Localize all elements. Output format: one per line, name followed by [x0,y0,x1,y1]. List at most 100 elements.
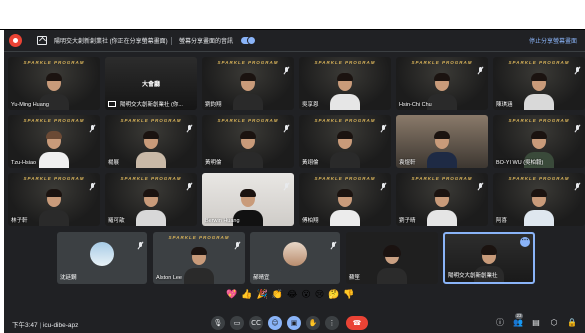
reaction-thinking[interactable]: 🤔 [328,290,339,300]
mic-off-icon [137,237,143,255]
reactions-icon[interactable]: ☺ [268,316,282,330]
participant-name: 沈廷鋼 [60,275,77,281]
info-icon[interactable]: ⓘ [494,317,506,329]
mic-off-icon [186,120,193,130]
participant-tile[interactable]: 沈廷鋼 [57,232,147,284]
participant-name: Hsin-Chi Chu [399,102,432,108]
participant-tile[interactable]: SPARKLE PROGRAM 劉鈞翔 [202,57,294,110]
participant-name: 吳享恩 [302,102,319,108]
reaction-clap[interactable]: 👏 [272,290,283,300]
mic-off-icon [477,178,484,188]
people-icon[interactable]: 23 👥 [512,313,524,329]
participant-name: Alston Lee [156,275,182,281]
participant-name: 陳琪涵 [496,102,513,108]
participant-name: 黃翊倫 [302,160,319,166]
mic-off-icon [186,178,193,188]
participant-grid: SPARKLE PROGRAM Yu-Ming Huang 大會廳 陽明交大創新… [8,57,585,227]
participant-tile[interactable]: 蘇笙 [346,232,438,284]
participant-video [136,188,166,226]
participant-tile[interactable]: SPARKLE PROGRAM Yu-Ming Huang [8,57,100,110]
participant-video [377,244,407,284]
mic-off-icon [283,120,290,130]
participant-name: 楊展 [108,160,120,166]
participant-tile[interactable]: SPARKLE PROGRAM 羅可歆 [105,173,197,226]
participant-tile[interactable]: 郝晴宜 [250,232,340,284]
reaction-laugh[interactable]: 😂 [287,290,298,300]
participant-tile[interactable]: SPARKLE PROGRAM BO-YI WU (吳柏毅) [493,115,585,168]
participant-video [136,130,166,168]
reaction-heart[interactable]: 💖 [226,290,237,300]
present-now-icon[interactable]: ▣ [287,316,301,330]
brand-text: SPARKLE PROGRAM [314,118,376,123]
reaction-thumbs-up[interactable]: 👍 [241,290,252,300]
participant-video [184,246,214,284]
participant-tile[interactable]: SPARKLE PROGRAM 吳享恩 [299,57,391,110]
brand-text: SPARKLE PROGRAM [411,60,473,65]
participant-name: 陽明交大創新創業社 (你... [120,102,183,108]
participant-name: Tzu-Hsiao [11,160,37,166]
participant-tile[interactable]: SPARKLE PROGRAM 楊展 [105,115,197,168]
participant-tile[interactable]: Berwin Huang [202,173,294,226]
meet-window: 陽明交大創新創業社 (你正在分享螢幕畫面) 螢幕分享畫面的音訊 停止分享螢幕畫面… [4,30,585,333]
participant-tile-self[interactable]: ⋯ 陽明交大創新創業社 [443,232,535,284]
stop-sharing-button[interactable]: 停止分享螢幕畫面 [529,36,577,45]
captions-icon[interactable]: CC [249,316,263,330]
brand-text: SPARKLE PROGRAM [120,118,182,123]
participant-tile[interactable]: SPARKLE PROGRAM Alston Lee [153,232,245,284]
participant-name: 劉子晴 [399,218,416,224]
meeting-code: icu-dibe-apz [42,322,79,329]
mic-icon[interactable]: 🎙 [211,316,225,330]
participant-tile[interactable]: SPARKLE PROGRAM 傅柏翔 [299,173,391,226]
share-audio-toggle[interactable] [241,36,256,45]
participant-tile[interactable]: SPARKLE PROGRAM 阿喜 [493,173,585,226]
participant-video [427,130,457,168]
brand-text: SPARKLE PROGRAM [23,60,85,65]
activities-icon[interactable]: ⬡ [548,317,560,329]
mic-off-icon [574,120,581,130]
participant-video [427,188,457,226]
more-options-icon[interactable]: ⋯ [520,237,530,247]
participant-tile-self[interactable]: 大會廳 陽明交大創新創業社 (你... [105,57,197,110]
participant-tile[interactable]: 袁煜軒 [396,115,488,168]
participant-name: Berwin Huang [205,218,240,224]
browser-chrome-area [0,0,585,30]
participant-name: 羅可歆 [108,218,125,224]
avatar [283,242,307,266]
record-icon[interactable] [9,34,22,47]
host-controls-icon[interactable]: 🔒 [566,317,578,329]
raise-hand-icon[interactable]: ✋ [306,316,320,330]
participant-tile[interactable]: SPARKLE PROGRAM 陳琪涵 [493,57,585,110]
participant-tile[interactable]: SPARKLE PROGRAM 黃明倫 [202,115,294,168]
mic-off-icon [234,237,241,247]
reaction-party[interactable]: 🎉 [256,290,267,300]
participant-video [524,72,554,110]
mic-off-icon [283,62,290,72]
participant-tile[interactable]: SPARKLE PROGRAM 林子軒 [8,173,100,226]
mic-off-icon [574,178,581,188]
brand-text: SPARKLE PROGRAM [217,118,279,123]
camera-icon[interactable]: ▭ [230,316,244,330]
chat-icon[interactable]: ▤ [530,317,542,329]
participant-video [39,130,69,168]
participant-name: 蘇笙 [349,275,361,281]
present-screen-icon [37,36,47,45]
brand-text: SPARKLE PROGRAM [168,235,230,240]
hall-title: 大會廳 [141,82,160,88]
brand-text: SPARKLE PROGRAM [314,60,376,65]
reaction-thumbs-down[interactable]: 👎 [343,290,354,300]
mic-off-icon [89,178,96,188]
brand-text: SPARKLE PROGRAM [217,60,279,65]
reaction-surprised[interactable]: 😮 [301,290,310,300]
participant-tile[interactable]: SPARKLE PROGRAM 黃翊倫 [299,115,391,168]
reaction-sad[interactable]: 😢 [315,290,324,300]
mic-off-icon [89,120,96,130]
participant-name: BO-YI WU (吳柏毅) [496,160,544,166]
leave-call-button[interactable]: ☎ [346,316,368,330]
participant-tile[interactable]: SPARKLE PROGRAM 劉子晴 [396,173,488,226]
presenting-icon [108,101,116,107]
participant-tile[interactable]: SPARKLE PROGRAM Tzu-Hsiao [8,115,100,168]
divider [171,37,172,45]
more-options-icon[interactable]: ⋮ [325,316,339,330]
brand-text: SPARKLE PROGRAM [23,118,85,123]
participant-tile[interactable]: SPARKLE PROGRAM Hsin-Chi Chu [396,57,488,110]
